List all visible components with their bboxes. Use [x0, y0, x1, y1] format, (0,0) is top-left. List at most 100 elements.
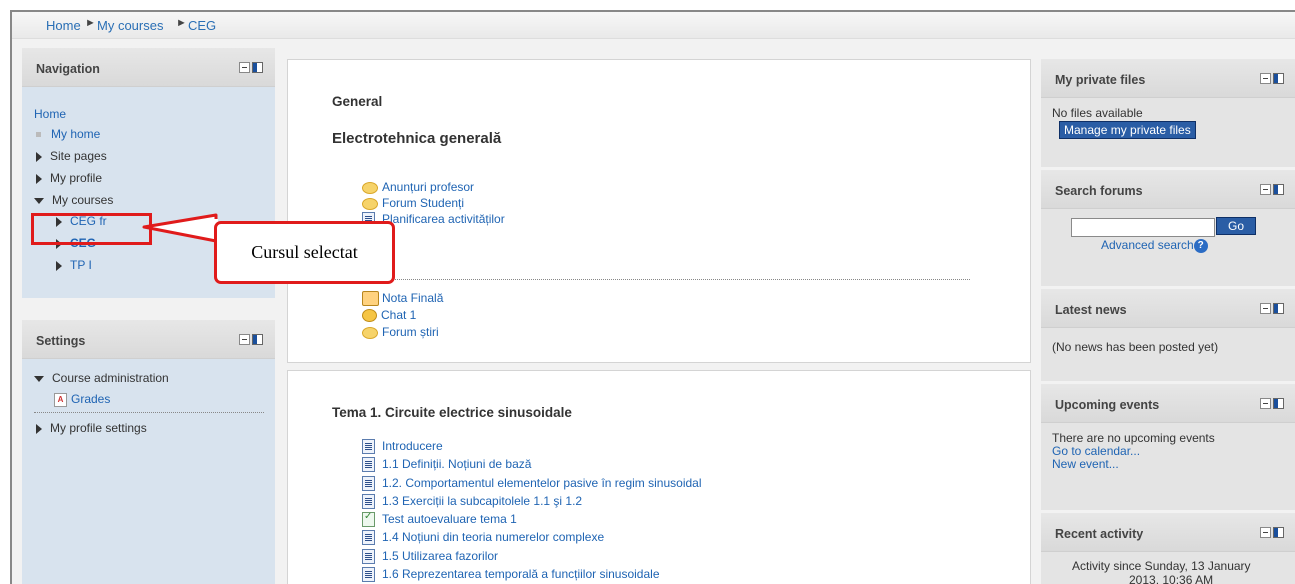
nav-home[interactable]: Home: [34, 107, 66, 121]
dock-icon[interactable]: [1273, 398, 1284, 409]
course-summary-title: Electrotehnica generală: [332, 130, 502, 147]
breadcrumb-home[interactable]: Home: [46, 18, 81, 33]
page-icon: [362, 567, 375, 583]
block-controls: [239, 62, 263, 73]
activity-label[interactable]: Forum știri: [382, 325, 439, 339]
forum-icon: [362, 197, 378, 210]
activity-forum-studenti[interactable]: Forum Studenți: [362, 196, 464, 210]
activity-label[interactable]: Nota Finală: [382, 291, 443, 305]
upcoming-events-block: Upcoming events There are no upcoming ev…: [1041, 384, 1295, 510]
nav-my-home[interactable]: My home: [36, 127, 100, 141]
resource-item[interactable]: 1.1 Definiții. Noțiuni de bază: [362, 457, 531, 473]
dock-icon[interactable]: [252, 62, 263, 73]
dock-icon[interactable]: [1273, 184, 1284, 195]
quiz-item[interactable]: Test autoevaluare tema 1: [362, 511, 517, 528]
resource-label[interactable]: Introducere: [382, 439, 443, 453]
breadcrumb-course[interactable]: CEG: [188, 18, 216, 33]
breadcrumb-my-courses[interactable]: My courses: [97, 18, 163, 33]
collapse-icon[interactable]: [239, 62, 250, 73]
activity-label[interactable]: Anunțuri profesor: [382, 180, 474, 194]
collapse-icon[interactable]: [1260, 184, 1271, 195]
dock-icon[interactable]: [1273, 73, 1284, 84]
no-files-text: No files available: [1052, 106, 1143, 120]
resource-item[interactable]: 1.4 Noțiuni din teoria numerelor complex…: [362, 530, 604, 546]
activity-label[interactable]: Forum Studenți: [382, 196, 464, 210]
activity-forum-stiri[interactable]: Forum știri: [362, 325, 439, 339]
collapse-icon[interactable]: [1260, 527, 1271, 538]
collapse-icon[interactable]: [1260, 398, 1271, 409]
advanced-search-label[interactable]: Advanced search: [1101, 238, 1194, 252]
activity-nota-finala[interactable]: Nota Finală: [362, 291, 443, 307]
nav-my-home-label[interactable]: My home: [51, 127, 100, 141]
page-icon: [362, 457, 375, 473]
private-files-body: No files available Manage my private fil…: [1041, 98, 1295, 167]
resource-item[interactable]: Introducere: [362, 439, 443, 455]
block-controls: [1260, 184, 1284, 195]
go-button[interactable]: Go: [1216, 217, 1256, 235]
resource-label[interactable]: 1.4 Noțiuni din teoria numerelor complex…: [382, 530, 604, 544]
latest-news-body: (No news has been posted yet): [1041, 328, 1295, 381]
nav-my-courses-label: My courses: [52, 193, 114, 207]
settings-title: Settings: [36, 334, 86, 348]
page-icon: [362, 494, 375, 510]
resource-label[interactable]: 1.6 Reprezentarea temporală a funcțiilor…: [382, 567, 660, 581]
activity-since-date: 2013, 10:36 AM: [1129, 573, 1214, 584]
recent-activity-title: Recent activity: [1055, 527, 1144, 541]
dock-icon[interactable]: [1273, 527, 1284, 538]
block-controls: [1260, 527, 1284, 538]
recent-activity-block: Recent activity Activity since Sunday, 1…: [1041, 513, 1295, 584]
advanced-search-link[interactable]: Advanced search?: [1101, 238, 1208, 253]
resource-label[interactable]: 1.1 Definiții. Noțiuni de bază: [382, 457, 531, 471]
dock-icon[interactable]: [1273, 303, 1284, 314]
highlight-box: [31, 213, 152, 245]
chat-icon: [362, 309, 377, 323]
nav-my-profile-label: My profile: [50, 171, 103, 185]
block-controls: [1260, 73, 1284, 84]
grades-link[interactable]: A Grades: [54, 392, 110, 407]
resource-item[interactable]: 1.3 Exerciții la subcapitolele 1.1 şi 1.…: [362, 494, 582, 510]
nav-my-courses[interactable]: My courses: [34, 193, 113, 207]
grades-icon: A: [54, 392, 67, 407]
nav-course-tp1[interactable]: TP I: [56, 258, 92, 272]
recent-activity-body: Activity since Sunday, 13 January 2013, …: [1041, 552, 1295, 584]
go-to-calendar-link[interactable]: Go to calendar...: [1052, 444, 1140, 458]
my-profile-settings[interactable]: My profile settings: [36, 421, 147, 435]
forum-icon: [362, 326, 378, 339]
settings-header: Settings: [22, 320, 275, 359]
course-label[interactable]: TP I: [70, 258, 92, 272]
resource-item[interactable]: 1.5 Utilizarea fazorilor: [362, 549, 498, 565]
collapse-icon[interactable]: [239, 334, 250, 345]
divider: [34, 412, 264, 413]
collapse-icon[interactable]: [1260, 73, 1271, 84]
collapse-arrow-icon: [34, 375, 44, 382]
search-forums-body: Go Advanced search?: [1041, 209, 1295, 286]
browser-frame: Home ► My courses ► CEG Navigation Home …: [10, 10, 1295, 584]
dock-icon[interactable]: [252, 334, 263, 345]
activity-since-text: Activity since Sunday, 13 January: [1072, 559, 1251, 573]
quiz-icon: [362, 511, 375, 528]
grades-label[interactable]: Grades: [71, 392, 110, 406]
nav-my-profile[interactable]: My profile: [36, 171, 102, 185]
manage-private-files-button[interactable]: Manage my private files: [1059, 121, 1196, 139]
upcoming-events-title: Upcoming events: [1055, 398, 1160, 412]
collapse-icon[interactable]: [1260, 303, 1271, 314]
no-events-text: There are no upcoming events: [1052, 431, 1215, 445]
nav-site-pages[interactable]: Site pages: [36, 149, 107, 163]
resource-label[interactable]: Test autoevaluare tema 1: [382, 512, 517, 526]
resource-label[interactable]: 1.2. Comportamentul elementelor pasive î…: [382, 476, 702, 490]
help-icon[interactable]: ?: [1193, 238, 1208, 253]
activity-chat[interactable]: Chat 1: [362, 308, 416, 323]
new-event-link[interactable]: New event...: [1052, 457, 1119, 471]
expand-icon: [36, 173, 42, 184]
resource-item[interactable]: 1.6 Reprezentarea temporală a funcțiilor…: [362, 567, 660, 583]
course-administration[interactable]: Course administration: [34, 371, 169, 385]
upcoming-events-body: There are no upcoming events Go to calen…: [1041, 423, 1295, 510]
expand-icon: [36, 151, 42, 162]
resource-item[interactable]: 1.2. Comportamentul elementelor pasive î…: [362, 476, 702, 492]
resource-label[interactable]: 1.5 Utilizarea fazorilor: [382, 549, 498, 563]
activity-label[interactable]: Planificarea activităților: [382, 212, 505, 226]
activity-label[interactable]: Chat 1: [381, 308, 416, 322]
activity-anunturi[interactable]: Anunțuri profesor: [362, 180, 474, 194]
search-forums-input[interactable]: [1071, 218, 1215, 237]
resource-label[interactable]: 1.3 Exerciții la subcapitolele 1.1 şi 1.…: [382, 494, 582, 508]
